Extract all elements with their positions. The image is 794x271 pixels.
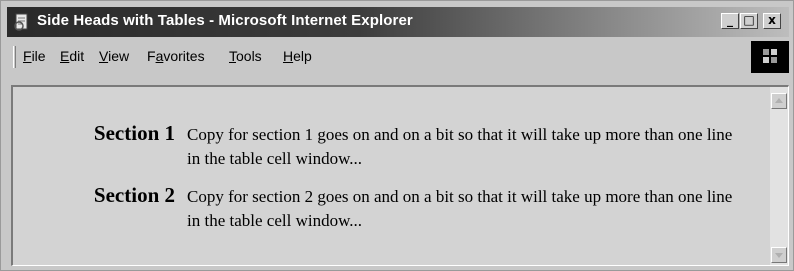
maximize-icon: □: [743, 13, 755, 27]
menu-edit[interactable]: Edit: [60, 48, 84, 64]
section-copy: Copy for section 2 goes on and on a bit …: [187, 187, 733, 230]
page-content: Section 1 Copy for section 1 goes on and…: [11, 85, 789, 266]
close-button[interactable]: x: [763, 13, 781, 29]
section-copy: Copy for section 1 goes on and on a bit …: [187, 125, 733, 168]
section-heading: Section 2: [93, 183, 175, 207]
menu-bar: File Edit View Favorites Tools Help: [7, 41, 789, 73]
windows-logo-icon: [763, 49, 777, 63]
browser-window: Side Heads with Tables - Microsoft Inter…: [0, 0, 794, 271]
scroll-down-arrow-icon[interactable]: [771, 247, 787, 263]
menu-help[interactable]: Help: [283, 48, 312, 64]
scroll-up-arrow-icon[interactable]: [771, 93, 787, 109]
minimize-button[interactable]: _: [721, 13, 739, 29]
maximize-button[interactable]: □: [740, 13, 758, 29]
minimize-icon: _: [727, 13, 733, 27]
menu-file[interactable]: File: [23, 48, 46, 64]
menu-tools[interactable]: Tools: [229, 48, 262, 64]
browser-throbber: [751, 41, 789, 73]
section-heading: Section 1: [93, 121, 175, 145]
menu-grip[interactable]: [13, 46, 16, 68]
vertical-scrollbar[interactable]: [770, 87, 788, 265]
close-icon: x: [768, 13, 776, 27]
title-bar[interactable]: Side Heads with Tables - Microsoft Inter…: [7, 7, 789, 37]
window-title: Side Heads with Tables - Microsoft Inter…: [37, 12, 413, 29]
ie-page-icon: [14, 13, 28, 31]
menu-view[interactable]: View: [99, 48, 129, 64]
menu-favorites[interactable]: Favorites: [147, 48, 205, 64]
